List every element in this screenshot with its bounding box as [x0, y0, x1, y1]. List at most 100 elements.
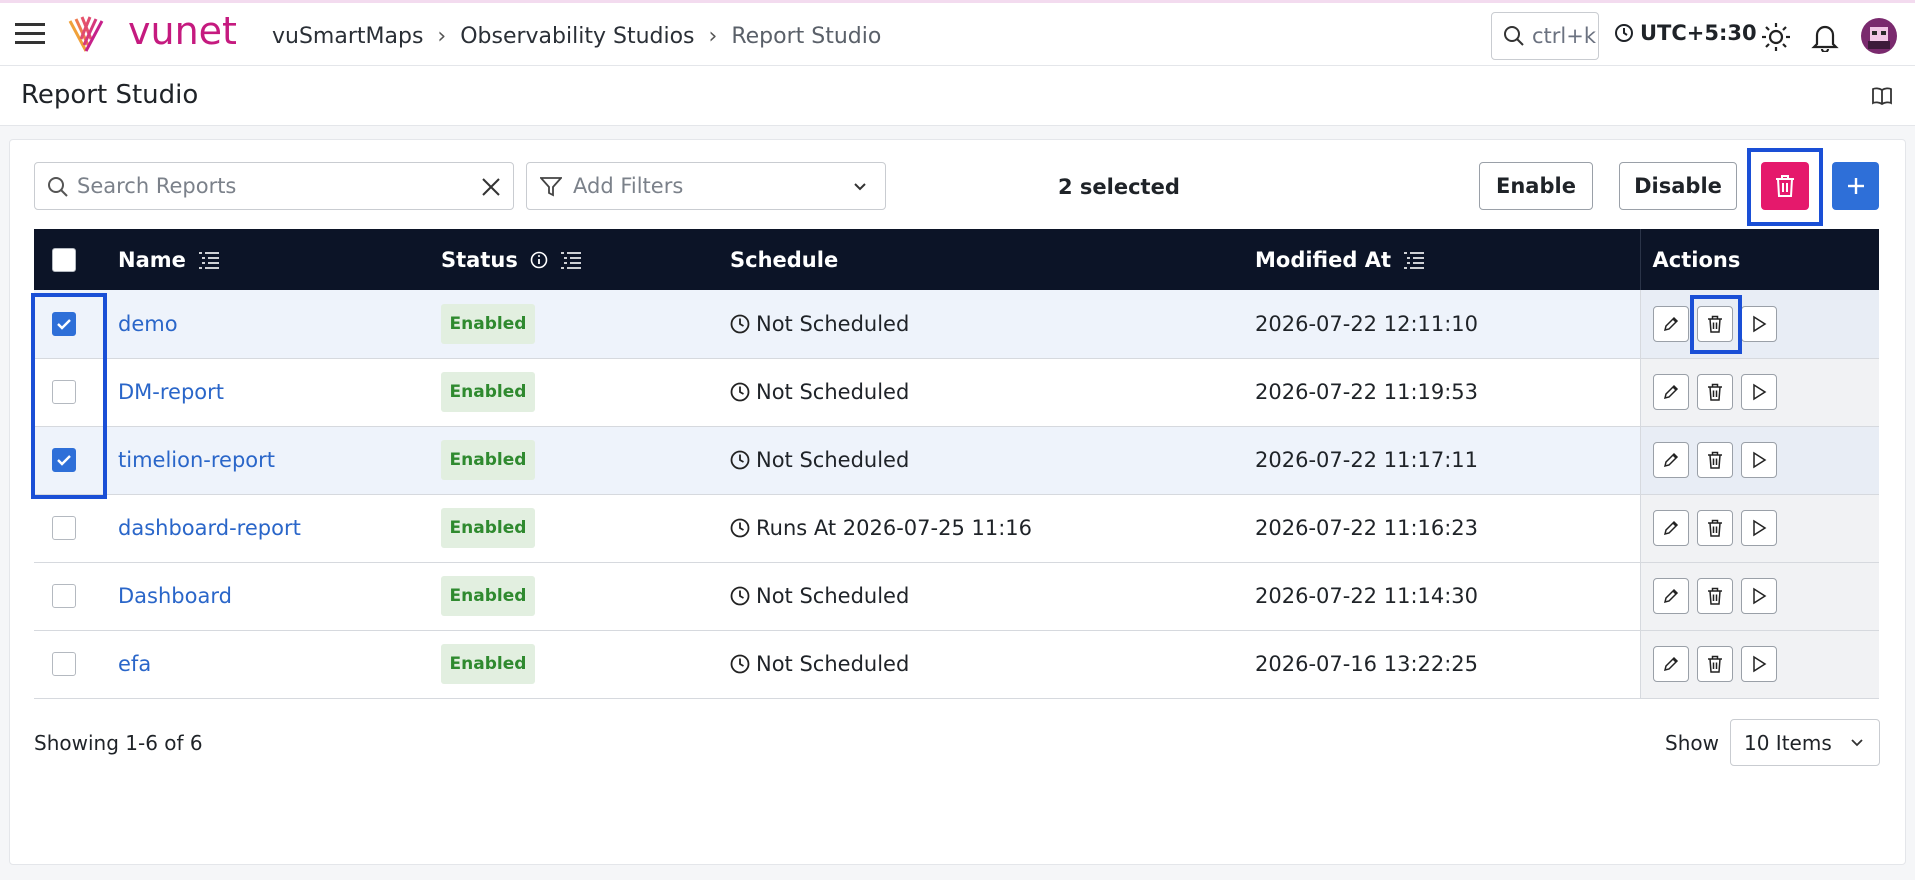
delete-report-button[interactable] [1696, 646, 1733, 682]
breadcrumb-report-studio: Report Studio [731, 23, 882, 49]
menu-icon[interactable] [14, 21, 46, 47]
page-title: Report Studio [21, 80, 199, 110]
logo-icon [68, 15, 104, 55]
row-checkbox[interactable] [52, 448, 76, 472]
run-report-button[interactable] [1740, 305, 1777, 342]
edit-report-button[interactable] [1652, 442, 1689, 478]
add-filters-label: Add Filters [573, 174, 684, 198]
run-report-button[interactable] [1740, 578, 1777, 614]
filter-icon [540, 177, 562, 197]
disable-button[interactable]: Disable [1619, 162, 1737, 210]
edit-pencil-icon [1663, 316, 1678, 331]
run-report-button[interactable] [1740, 374, 1777, 410]
run-report-button[interactable] [1740, 510, 1777, 546]
bulk-delete-button[interactable] [1761, 162, 1809, 210]
edit-report-button[interactable] [1652, 510, 1689, 546]
enable-button[interactable]: Enable [1479, 162, 1593, 210]
plus-icon [1847, 178, 1864, 194]
page-header: Report Studio [0, 66, 1915, 126]
page-size-label: Show [1665, 731, 1719, 755]
table-row: Dashboard Enabled Not Scheduled 2026-07-22 … [34, 562, 1879, 631]
status-badge: Enabled [441, 372, 535, 412]
row-select-cell [34, 290, 118, 359]
sort-list-icon[interactable] [560, 251, 582, 269]
actions-cell [1639, 630, 1879, 699]
breadcrumb-observability-studios[interactable]: Observability Studios [460, 24, 694, 49]
global-search-input[interactable]: ctrl+k [1491, 12, 1599, 60]
run-play-icon [1752, 383, 1766, 401]
delete-report-button[interactable] [1696, 442, 1733, 478]
report-name-link[interactable]: timelion-report [118, 448, 275, 472]
clear-search-icon[interactable] [481, 177, 501, 197]
delete-report-button[interactable] [1696, 305, 1733, 342]
timezone-selector[interactable]: UTC+5:30 [1614, 21, 1757, 45]
edit-report-button[interactable] [1652, 305, 1689, 342]
table-row: demo Enabled Not Scheduled 2026-07-22 12:11… [34, 290, 1879, 359]
delete-report-button[interactable] [1696, 578, 1733, 614]
info-icon[interactable] [530, 251, 548, 269]
edit-report-button[interactable] [1652, 374, 1689, 410]
delete-report-button[interactable] [1696, 374, 1733, 410]
clock-icon [730, 586, 750, 606]
row-checkbox[interactable] [52, 311, 76, 336]
report-name-link[interactable]: dashboard-report [118, 516, 301, 540]
row-checkbox[interactable] [52, 584, 76, 608]
select-all-checkbox[interactable] [52, 247, 76, 272]
clock-icon [730, 450, 750, 470]
table-row: efa Enabled Not Scheduled 2026-07-16 13:22:… [34, 630, 1879, 699]
schedule-cell: Not Scheduled [730, 562, 1255, 631]
report-name-link[interactable]: DM-report [118, 380, 224, 404]
trash-icon [1707, 655, 1722, 673]
notification-bell-icon[interactable] [1811, 22, 1839, 52]
sort-list-icon[interactable] [1403, 251, 1425, 269]
modified-at-text: 2026-07-16 13:22:25 [1255, 652, 1479, 676]
column-schedule-label: Schedule [730, 247, 839, 272]
documentation-book-icon[interactable] [1871, 86, 1893, 110]
edit-pencil-icon [1663, 384, 1678, 400]
theme-toggle-sun-icon[interactable] [1761, 22, 1791, 52]
breadcrumb-vusmartmaps[interactable]: vuSmartMaps [272, 24, 423, 49]
page-size-select[interactable]: 10 Items [1730, 719, 1880, 766]
schedule-text: Not Scheduled [756, 448, 910, 472]
modified-cell: 2026-07-16 13:22:25 [1255, 630, 1640, 699]
header-name: Name [118, 229, 441, 290]
report-name-link[interactable]: Dashboard [118, 584, 232, 608]
status-cell: Enabled [441, 562, 730, 631]
schedule-cell: Not Scheduled [730, 358, 1255, 427]
modified-cell: 2026-07-22 11:14:30 [1255, 562, 1640, 631]
edit-report-button[interactable] [1652, 578, 1689, 614]
run-report-button[interactable] [1740, 442, 1777, 478]
name-cell: demo [118, 290, 441, 359]
row-select-cell [34, 358, 118, 427]
row-checkbox[interactable] [52, 652, 76, 676]
chevron-right-icon: › [437, 23, 447, 49]
top-bar: vunet vuSmartMaps › Observability Studio… [0, 0, 1915, 66]
edit-pencil-icon [1663, 520, 1678, 536]
add-filters-dropdown[interactable]: Add Filters [526, 162, 886, 210]
report-name-link[interactable]: demo [118, 312, 178, 336]
row-checkbox[interactable] [52, 380, 76, 404]
row-checkbox[interactable] [52, 516, 76, 540]
modified-at-text: 2026-07-22 11:17:11 [1255, 448, 1479, 472]
schedule-cell: Not Scheduled [730, 630, 1255, 699]
table-row: DM-report Enabled Not Scheduled 2026-07-22 … [34, 358, 1879, 427]
modified-at-text: 2026-07-22 11:19:53 [1255, 380, 1479, 404]
sort-list-icon[interactable] [198, 251, 220, 269]
add-report-button[interactable] [1832, 162, 1879, 210]
edit-report-button[interactable] [1652, 646, 1689, 682]
column-actions-label: Actions [1652, 247, 1741, 272]
report-name-link[interactable]: efa [118, 652, 151, 676]
chevron-down-icon [1851, 739, 1863, 747]
column-status-label: Status [441, 247, 518, 272]
header-modified: Modified At [1255, 229, 1640, 290]
header-actions: Actions [1639, 229, 1879, 290]
run-report-button[interactable] [1740, 646, 1777, 682]
delete-report-button[interactable] [1696, 510, 1733, 546]
actions-cell [1639, 290, 1879, 359]
run-play-icon [1752, 587, 1766, 605]
edit-pencil-icon [1663, 588, 1678, 604]
search-reports-input[interactable]: Search Reports [34, 162, 514, 210]
trash-icon [1707, 451, 1722, 469]
user-avatar[interactable] [1860, 17, 1898, 55]
actions-cell [1639, 562, 1879, 631]
